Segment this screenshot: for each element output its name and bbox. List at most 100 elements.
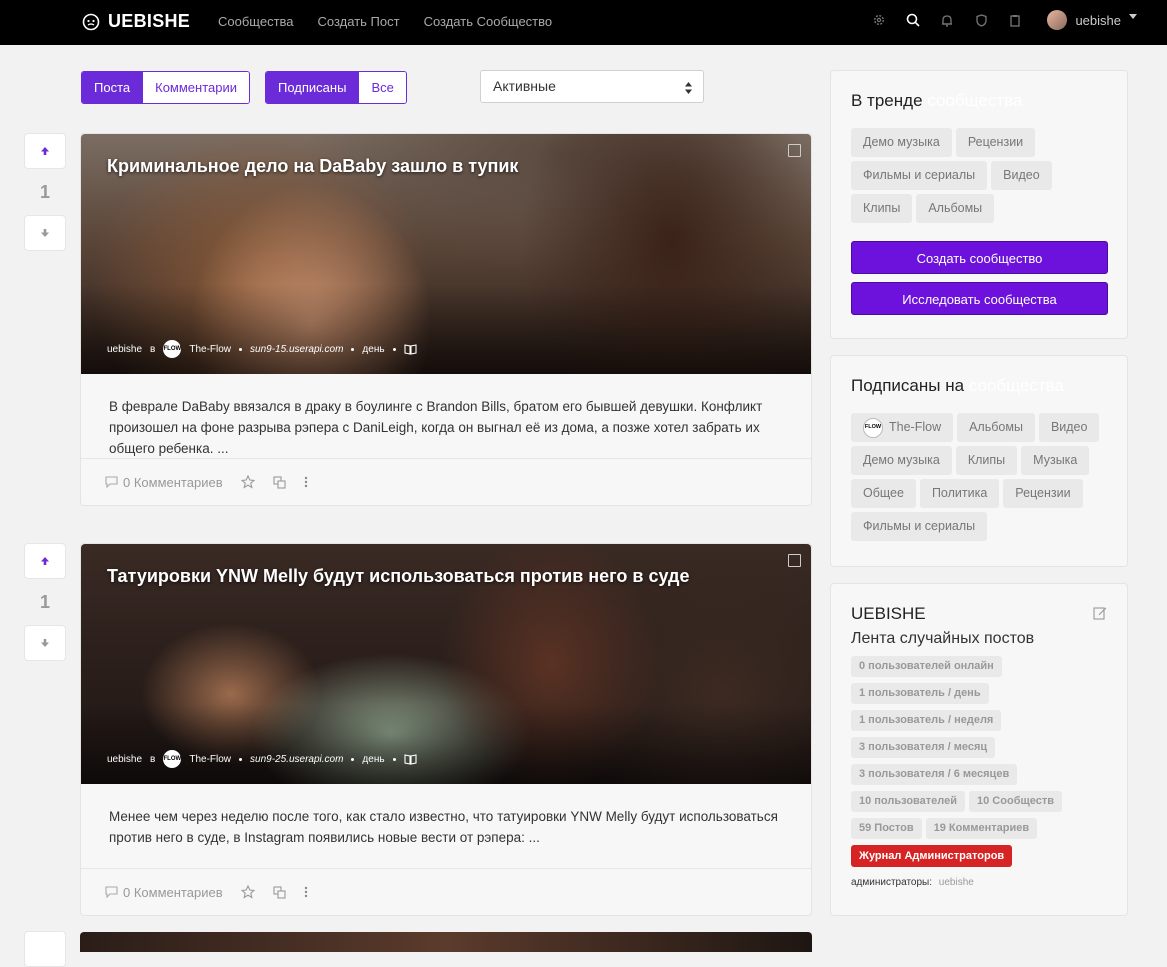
post-time: день — [362, 343, 385, 355]
post-meta: uebishe в FLOW The-Flow sun9-15.userapi.… — [107, 340, 417, 358]
filter-subscribed[interactable]: Подписаны — [266, 72, 360, 103]
comments-link[interactable]: 0 Комментариев — [105, 885, 223, 900]
star-icon[interactable] — [240, 475, 255, 489]
post-score: 1 — [39, 592, 50, 612]
chevron-down-icon — [1129, 13, 1137, 19]
nav-link-create-post[interactable]: Создать Пост — [318, 14, 400, 29]
edit-icon[interactable] — [1093, 606, 1107, 620]
filter-comments[interactable]: Комментарии — [143, 72, 250, 103]
stat-badge: 0 пользователей онлайн — [851, 656, 1002, 677]
stat-badge: 10 Сообществ — [969, 791, 1063, 812]
admin-link[interactable]: uebishe — [939, 877, 974, 888]
community-chip[interactable]: Политика — [919, 479, 1000, 508]
community-chip[interactable]: Клипы — [955, 446, 1018, 475]
top-navbar: UEBISHE Сообщества Создать Пост Создать … — [0, 0, 1167, 45]
community-chip[interactable]: Демо музыка — [851, 128, 952, 157]
more-icon[interactable] — [304, 886, 308, 898]
community-icon: FLOW — [863, 417, 883, 438]
community-chip[interactable]: Общее — [851, 479, 916, 508]
community-chip[interactable]: Видео — [1038, 413, 1100, 442]
post-in: в — [150, 343, 156, 355]
community-chip[interactable]: Демо музыка — [851, 446, 952, 475]
post-card: Криминальное дело на DaBaby зашло в тупи… — [80, 133, 812, 506]
community-chip[interactable]: FLOW The-Flow — [851, 413, 954, 442]
settings-icon[interactable] — [871, 12, 887, 28]
post-card: Татуировки YNW Melly будут использоватьс… — [80, 543, 812, 916]
post-thumbnail[interactable] — [80, 932, 812, 952]
downvote-button[interactable] — [24, 215, 66, 251]
vote-box: 1 — [24, 543, 66, 661]
explore-communities-button[interactable]: Исследовать сообщества — [851, 282, 1108, 315]
clipboard-icon[interactable] — [1007, 12, 1023, 28]
comment-icon — [105, 886, 118, 898]
site-name: UEBISHE — [851, 604, 926, 623]
post-title[interactable]: Татуировки YNW Melly будут использоватьс… — [107, 566, 689, 587]
post-title[interactable]: Криминальное дело на DaBaby зашло в тупи… — [107, 156, 518, 177]
book-icon[interactable] — [404, 753, 417, 765]
post-excerpt: В феврале DaBaby ввязался в драку в боул… — [109, 399, 763, 456]
separator-dot — [392, 347, 396, 351]
separator-dot — [392, 757, 396, 761]
community-chip[interactable]: Рецензии — [1003, 479, 1083, 508]
post-excerpt: Менее чем через неделю после того, как с… — [109, 809, 778, 845]
post-time: день — [362, 753, 385, 765]
sort-select[interactable]: Активные — [480, 70, 704, 103]
community-chip[interactable]: Альбомы — [916, 194, 995, 223]
stat-badge: 1 пользователь / неделя — [851, 710, 1002, 731]
vote-box: 1 — [24, 133, 66, 251]
modlog-link[interactable]: Журнал Администраторов — [851, 845, 1013, 867]
trending-communities: Демо музыка Рецензии Фильмы и сериалы Ви… — [851, 128, 1107, 223]
arrow-up-icon — [41, 557, 49, 565]
post-in: в — [150, 753, 156, 765]
nav-link-communities[interactable]: Сообщества — [218, 14, 294, 29]
community-chip[interactable]: Видео — [991, 161, 1052, 190]
image-icon — [788, 554, 801, 567]
community-chip[interactable]: Альбомы — [957, 413, 1035, 442]
community-chip[interactable]: Клипы — [851, 194, 913, 223]
copy-icon[interactable] — [273, 885, 286, 899]
arrow-down-icon — [41, 639, 49, 647]
trending-card: В тренде сообщества Демо музыка Рецензии… — [830, 70, 1128, 339]
downvote-button[interactable] — [24, 625, 66, 661]
post-thumbnail[interactable]: Криминальное дело на DaBaby зашло в тупи… — [81, 134, 811, 374]
filter-all[interactable]: Все — [359, 72, 406, 103]
stat-badge: 59 Постов — [851, 818, 922, 839]
search-icon[interactable] — [905, 12, 921, 28]
community-chip[interactable]: Фильмы и сериалы — [851, 161, 988, 190]
logo-icon — [82, 13, 100, 30]
upvote-button[interactable] — [24, 133, 66, 169]
post-thumbnail[interactable]: Татуировки YNW Melly будут использоватьс… — [81, 544, 811, 784]
copy-icon[interactable] — [273, 475, 286, 489]
separator-dot — [351, 347, 355, 351]
shield-icon[interactable] — [973, 12, 989, 28]
create-community-button[interactable]: Создать сообщество — [851, 241, 1108, 274]
stat-badge: 3 пользователя / 6 месяцев — [851, 764, 1018, 785]
site-stats: 0 пользователей онлайн 1 пользователь / … — [851, 656, 1107, 867]
post-author[interactable]: uebishe — [107, 344, 142, 355]
image-icon — [788, 144, 801, 157]
post-community[interactable]: The-Flow — [189, 754, 231, 765]
brand[interactable]: UEBISHE — [82, 11, 190, 32]
book-icon[interactable] — [404, 343, 417, 355]
upvote-button[interactable] — [24, 543, 66, 579]
star-icon[interactable] — [240, 885, 255, 899]
community-chip[interactable]: Рецензии — [955, 128, 1036, 157]
post-author[interactable]: uebishe — [107, 754, 142, 765]
user-menu[interactable]: uebishe — [1047, 10, 1137, 30]
avatar — [1047, 10, 1068, 30]
post-domain[interactable]: sun9-25.userapi.com — [250, 754, 343, 765]
brand-name: UEBISHE — [108, 11, 191, 31]
community-chip[interactable]: Музыка — [1021, 446, 1090, 475]
nav-link-create-community[interactable]: Создать Сообщество — [424, 14, 553, 29]
upvote-button[interactable] — [24, 931, 66, 967]
arrow-down-icon — [41, 229, 49, 237]
post-domain[interactable]: sun9-15.userapi.com — [250, 344, 343, 355]
bell-icon[interactable] — [939, 12, 955, 28]
community-chip[interactable]: Фильмы и сериалы — [851, 512, 988, 541]
comments-link[interactable]: 0 Комментариев — [105, 475, 223, 490]
filter-posts[interactable]: Поста — [82, 72, 144, 103]
username: uebishe — [1075, 12, 1121, 28]
more-icon[interactable] — [304, 476, 308, 488]
vote-box — [24, 931, 66, 967]
post-community[interactable]: The-Flow — [189, 344, 231, 355]
